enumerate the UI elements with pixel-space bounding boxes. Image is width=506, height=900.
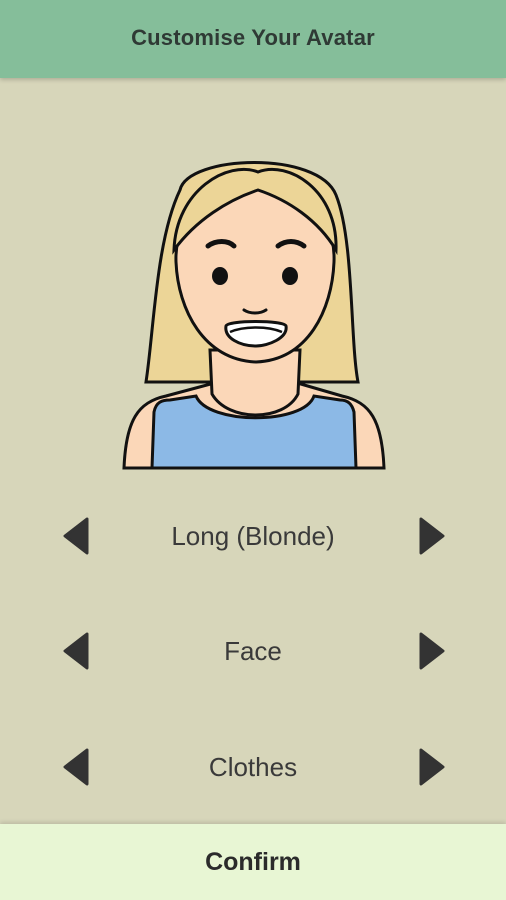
triangle-right-icon bbox=[419, 748, 445, 786]
avatar-illustration bbox=[122, 161, 386, 470]
triangle-right-icon bbox=[419, 632, 445, 670]
triangle-right-icon bbox=[419, 517, 445, 555]
avatar-left-eye bbox=[212, 267, 228, 285]
hair-selector-row: Long (Blonde) bbox=[0, 506, 506, 566]
hair-style-label: Long (Blonde) bbox=[171, 520, 335, 551]
header-bar: Customise Your Avatar bbox=[0, 0, 506, 78]
triangle-left-icon bbox=[63, 517, 89, 555]
clothes-selector-row: Clothes bbox=[0, 737, 506, 797]
avatar-customise-screen: Customise Your Avatar Long (Blonde) Face… bbox=[0, 0, 506, 900]
avatar-right-eye bbox=[282, 267, 298, 285]
triangle-left-icon bbox=[63, 632, 89, 670]
face-next-button[interactable] bbox=[404, 621, 460, 681]
page-title: Customise Your Avatar bbox=[131, 25, 375, 50]
triangle-left-icon bbox=[63, 748, 89, 786]
face-selector-row: Face bbox=[0, 621, 506, 681]
clothes-next-button[interactable] bbox=[404, 737, 460, 797]
confirm-button[interactable]: Confirm bbox=[0, 824, 506, 900]
avatar-preview bbox=[118, 150, 390, 470]
face-prev-button[interactable] bbox=[48, 621, 104, 681]
clothes-prev-button[interactable] bbox=[48, 737, 104, 797]
hair-prev-button[interactable] bbox=[48, 506, 104, 566]
clothes-label: Clothes bbox=[208, 751, 298, 782]
hair-next-button[interactable] bbox=[404, 506, 460, 566]
face-label: Face bbox=[224, 635, 282, 666]
confirm-label: Confirm bbox=[205, 847, 301, 876]
